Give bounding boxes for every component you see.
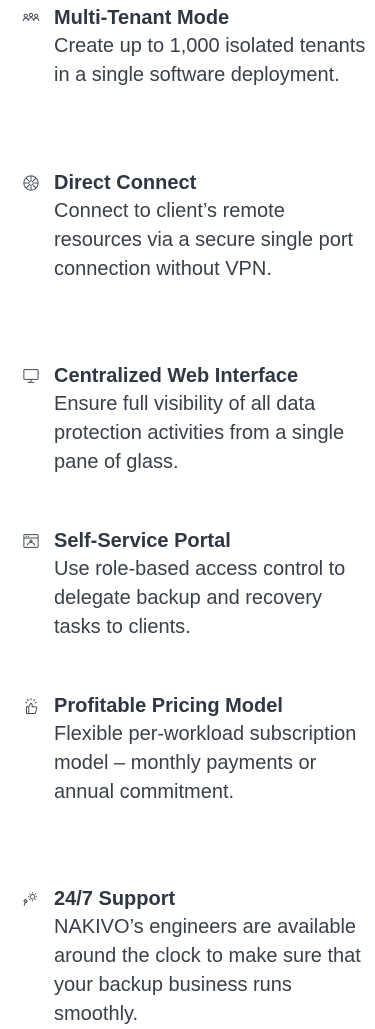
thumbs-up-sparkle-icon (22, 697, 40, 715)
feature-description: Connect to client’s remote resources via… (54, 200, 354, 280)
feature-description: Ensure full visibility of all data prote… (54, 393, 345, 473)
network-globe-icon (22, 174, 40, 192)
feature-description: Flexible per-workload subscription model… (54, 723, 357, 803)
feature-title: 24/7 Support (54, 888, 176, 910)
feature-description: NAKIVO’s engineers are available around … (54, 916, 361, 1025)
feature-description: Create up to 1,000 isolated tenants in a… (54, 35, 366, 86)
feature-title: Direct Connect (54, 172, 197, 194)
users-group-icon (22, 9, 40, 27)
feature-title: Centralized Web Interface (54, 365, 299, 387)
portal-window-icon (22, 532, 40, 550)
feature-title: Profitable Pricing Model (54, 695, 283, 717)
feature-title: Multi-Tenant Mode (54, 7, 230, 29)
feature-title: Self-Service Portal (54, 530, 231, 552)
support-headset-icon (22, 890, 40, 908)
monitor-icon (22, 367, 40, 385)
feature-description: Use role-based access control to delegat… (54, 558, 346, 638)
feature-list: Multi-Tenant Mode Create up to 1,000 iso… (0, 0, 375, 1025)
